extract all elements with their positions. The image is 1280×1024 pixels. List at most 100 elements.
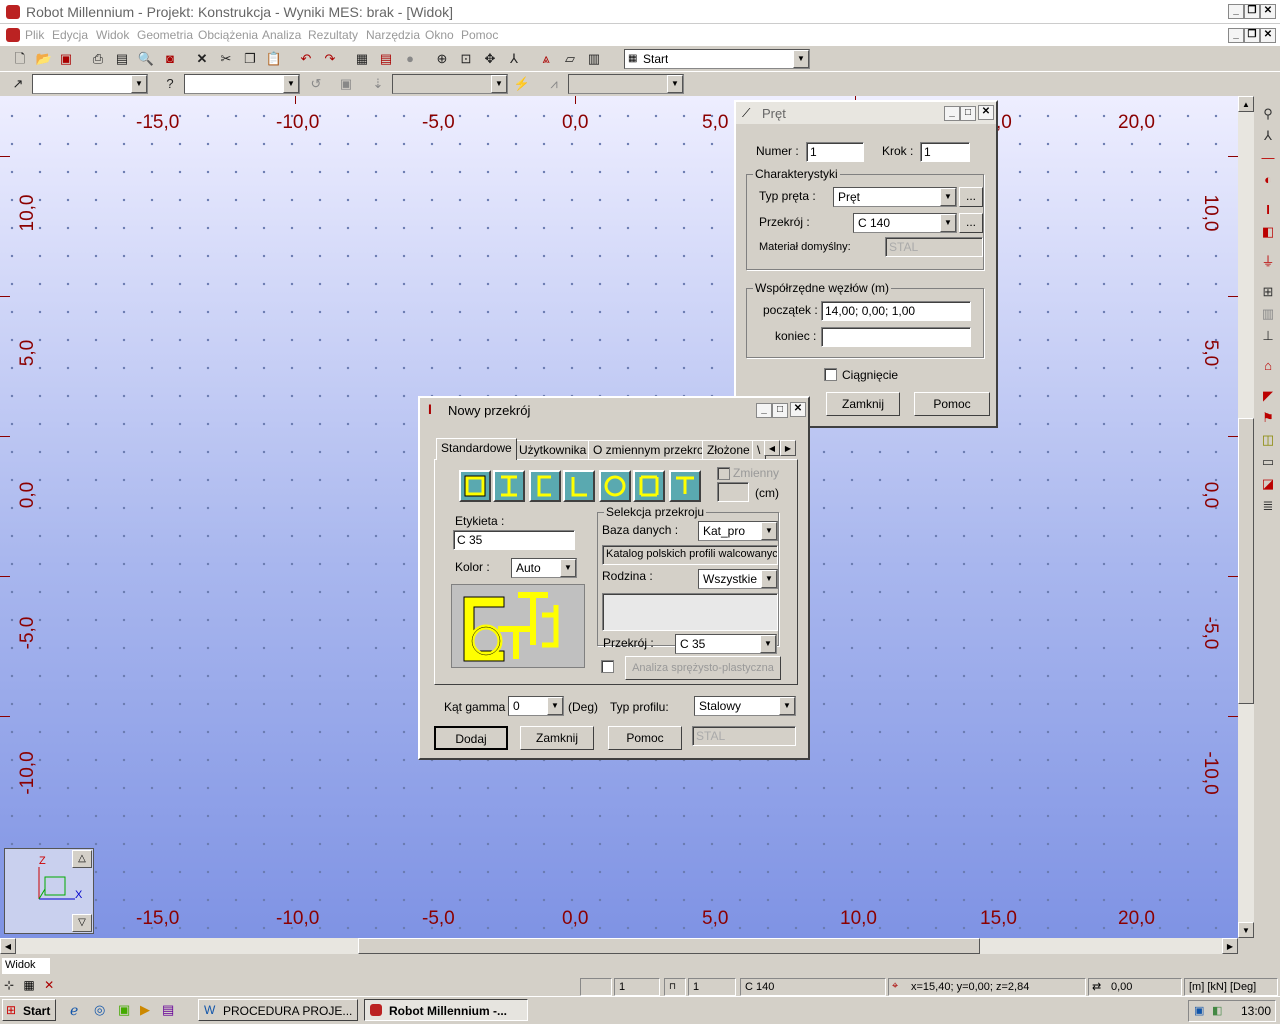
typ-profilu-select[interactable]: Stalowy ▼ (694, 696, 796, 716)
solids-icon[interactable]: ◫ (1258, 430, 1278, 450)
section-type-c-button[interactable] (529, 470, 561, 502)
pret-zamknij-button[interactable]: Zamknij (826, 392, 900, 416)
section-type-t-button[interactable] (669, 470, 701, 502)
menu-obciazenia[interactable]: Obciążenia (198, 28, 258, 42)
cases-icon[interactable]: ⌂ (1258, 356, 1278, 376)
open-file-icon[interactable]: 📂 (34, 49, 54, 69)
releases-icon[interactable]: ⏚ (1258, 252, 1278, 272)
close-button[interactable]: ✕ (1260, 4, 1276, 19)
kolor-select[interactable]: Auto ▼ (511, 558, 577, 578)
menu-plik[interactable]: Plik (25, 28, 44, 42)
view-down-button[interactable]: ▽ (72, 914, 92, 932)
section-type-l-button[interactable] (563, 470, 595, 502)
case-icon[interactable]: ↺ (306, 74, 326, 94)
doc-minimize-button[interactable]: _ (1228, 28, 1244, 43)
vertical-scroll-thumb[interactable] (1238, 418, 1254, 704)
desktop-icon[interactable]: ▣ (118, 1002, 130, 1018)
menu-rezultaty[interactable]: Rezultaty (308, 28, 358, 42)
mode-combo[interactable]: ▼ (568, 74, 684, 94)
section-maximize-button[interactable]: □ (772, 403, 788, 418)
analiza-checkbox[interactable] (601, 660, 614, 673)
layers-icon[interactable]: ▭ (1258, 452, 1278, 472)
view-tab[interactable]: Widok (2, 958, 50, 974)
zoom-all-icon[interactable]: ⊡ (456, 49, 476, 69)
doc-close-button[interactable]: ✕ (1260, 28, 1276, 43)
tab-standardowe[interactable]: Standardowe (436, 438, 517, 460)
pret-close-button[interactable]: ✕ (978, 105, 994, 120)
loads-icon[interactable]: ⊥ (1258, 326, 1278, 346)
view-3d-icon[interactable]: ⅄ (504, 49, 524, 69)
kat-gamma-select[interactable]: 0 ▼ (508, 696, 564, 716)
horizontal-scrollbar[interactable]: ◀ ▶ (0, 938, 1238, 954)
tab-scroll-left-icon[interactable]: ◀ (764, 440, 780, 456)
media-icon[interactable]: ▶ (140, 1002, 150, 1018)
ciagniecie-checkbox[interactable] (824, 368, 837, 381)
section-minimize-button[interactable]: _ (756, 403, 772, 418)
frame-icon[interactable]: ⅄ (1258, 126, 1278, 146)
grid-icon[interactable]: ▦ (23, 978, 34, 992)
scroll-right-icon[interactable]: ▶ (1222, 938, 1238, 954)
new-file-icon[interactable]: 🗋 (10, 49, 30, 69)
panels-icon[interactable]: ◤ (1258, 386, 1278, 406)
section-zamknij-button[interactable]: Zamknij (520, 726, 594, 750)
scroll-down-icon[interactable]: ▼ (1238, 922, 1254, 938)
stack-icon[interactable]: ≣ (1258, 496, 1278, 516)
bar-selection-combo[interactable]: ▼ (184, 74, 300, 94)
zoom-window-icon[interactable]: ⊕ (432, 49, 452, 69)
coord-icon[interactable]: ⊹ (4, 978, 14, 992)
koniec-input[interactable] (821, 327, 971, 347)
tab-uzytkownika[interactable]: Użytkownika (514, 440, 592, 460)
task-procedura[interactable]: PROCEDURA PROJE... (198, 999, 358, 1021)
view-up-button[interactable]: △ (72, 850, 92, 868)
pret-minimize-button[interactable]: _ (944, 106, 960, 121)
supports-icon[interactable]: ◐ (1258, 170, 1278, 190)
screen-capture-icon[interactable]: ◙ (160, 49, 180, 69)
redo-icon[interactable]: ↷ (320, 49, 340, 69)
calc-icon[interactable]: ● (400, 49, 420, 69)
przekroj-select[interactable]: C 35 ▼ (675, 634, 777, 654)
tab-o-zmiennym-przekroju[interactable]: O zmiennym przekroju (588, 440, 719, 460)
copy-icon[interactable]: ❐ (240, 49, 260, 69)
print-icon[interactable]: ⎙ (88, 49, 108, 69)
section-close-button[interactable]: ✕ (790, 402, 806, 417)
tab-scroll-right-icon[interactable]: ▶ (780, 440, 796, 456)
nodes-icon[interactable]: ⚲ (1258, 104, 1278, 124)
baza-select[interactable]: Kat_pro ▼ (698, 521, 778, 541)
dodaj-button[interactable]: Dodaj (434, 726, 508, 750)
undo-icon[interactable]: ↶ (296, 49, 316, 69)
pret-maximize-button[interactable]: □ (960, 106, 976, 121)
horizontal-scroll-thumb[interactable] (358, 938, 980, 954)
materials-icon[interactable]: ◧ (1258, 222, 1278, 242)
bar-selection-icon[interactable]: ? (160, 74, 180, 94)
krok-input[interactable]: 1 (920, 142, 970, 162)
flags-icon[interactable]: ⚑ (1258, 408, 1278, 428)
tables-icon[interactable]: ▤ (376, 49, 396, 69)
menu-edycja[interactable]: Edycja (52, 28, 88, 42)
vertical-scrollbar[interactable]: ▲ ▼ (1238, 96, 1254, 938)
cut-icon[interactable]: ◪ (1258, 474, 1278, 494)
numer-input[interactable]: 1 (806, 142, 864, 162)
section-pomoc-button[interactable]: Pomoc (608, 726, 682, 750)
task-robot[interactable]: Robot Millennium -... (364, 999, 528, 1021)
menu-analiza[interactable]: Analiza (262, 28, 301, 42)
section-type-box-button[interactable] (459, 470, 491, 502)
app-icon[interactable]: ▤ (162, 1002, 174, 1018)
menu-pomoc[interactable]: Pomoc (461, 28, 498, 42)
cancel-selection-icon[interactable]: ✕ (44, 978, 54, 992)
sections-icon[interactable]: I (1258, 200, 1278, 220)
tray-app-icon[interactable]: ◧ (1212, 1004, 1222, 1017)
outlook-icon[interactable]: ◎ (94, 1002, 105, 1018)
minimize-button[interactable]: _ (1228, 4, 1244, 19)
doc-icon[interactable] (6, 28, 20, 42)
layout-combo[interactable]: Start ▦ ▼ (624, 49, 810, 69)
restore-button[interactable]: ❐ (1244, 4, 1260, 19)
case-list-icon[interactable]: ▣ (336, 74, 356, 94)
bars-icon[interactable]: — (1258, 148, 1278, 168)
mode-icon[interactable]: ⚡ (512, 74, 532, 94)
ie-icon[interactable]: ℯ (70, 1002, 78, 1019)
network-icon[interactable]: ▣ (1194, 1004, 1204, 1017)
pan-icon[interactable]: ✥ (480, 49, 500, 69)
scroll-up-icon[interactable]: ▲ (1238, 96, 1254, 112)
cables-icon[interactable]: ▥ (1258, 304, 1278, 324)
save-icon[interactable]: ▣ (56, 49, 76, 69)
